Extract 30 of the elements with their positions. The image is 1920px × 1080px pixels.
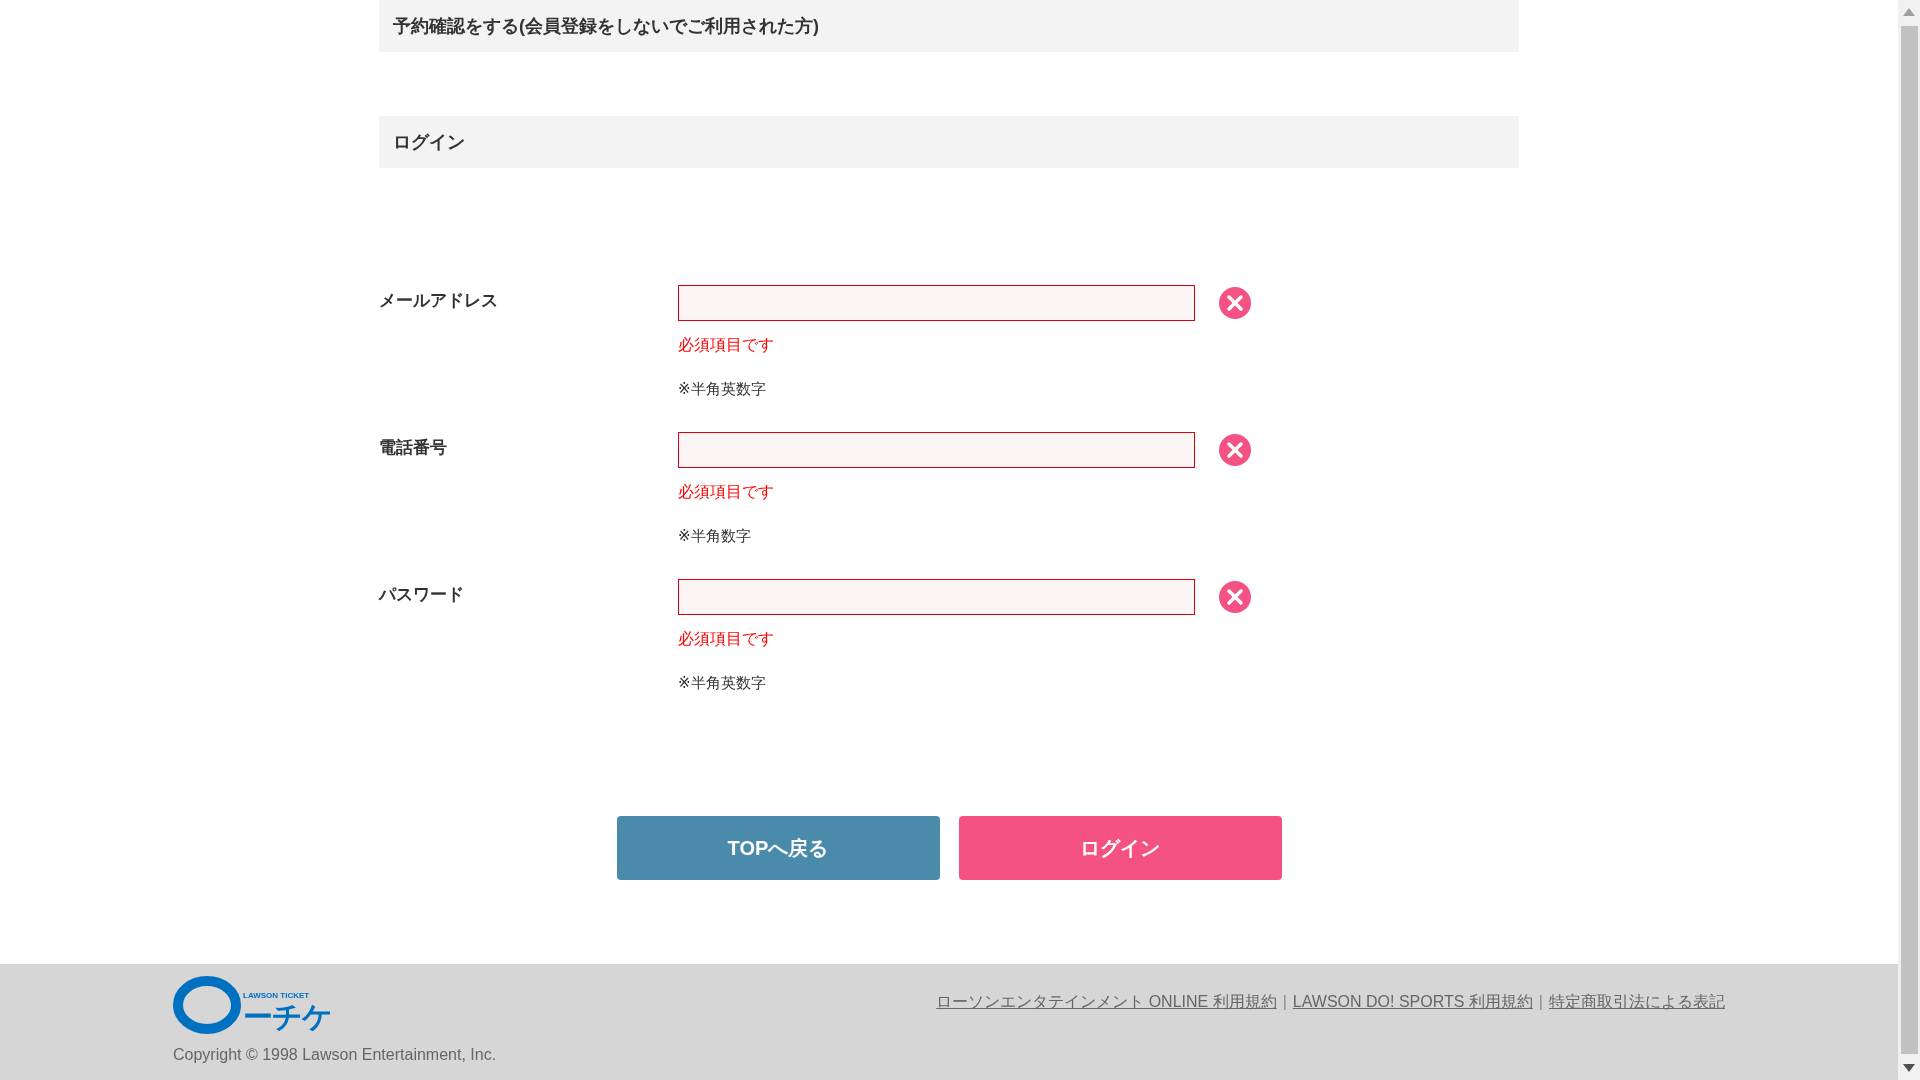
- field-hint: ※半角英数字: [678, 380, 766, 399]
- error-icon: [1219, 434, 1251, 466]
- field-label: メールアドレス: [379, 290, 499, 312]
- field-hint: ※半角数字: [678, 527, 751, 546]
- field-label: パスワード: [379, 584, 465, 606]
- error-icon: [1219, 581, 1251, 613]
- error-message: 必須項目です: [678, 335, 774, 355]
- ring-logo-icon: [173, 976, 241, 1034]
- error-message: 必須項目です: [678, 629, 774, 649]
- copyright-text: Copyright © 1998 Lawson Entertainment, Inc.: [173, 1046, 497, 1064]
- scroll-down-icon[interactable]: [1903, 1064, 1915, 1072]
- logo: LAWSON TICKET ーチケ: [173, 976, 497, 1034]
- back-button[interactable]: TOPへ戻る: [616, 816, 940, 880]
- input-field[interactable]: [678, 285, 1195, 321]
- field-hint: ※半角英数字: [678, 674, 766, 693]
- section-heading: ログイン: [379, 116, 1519, 168]
- login-button[interactable]: ログイン: [958, 816, 1282, 880]
- link-separator: |: [1282, 993, 1287, 1011]
- scrollbar[interactable]: [1898, 0, 1920, 1080]
- footer-link[interactable]: LAWSON DO! SPORTS 利用規約: [1292, 991, 1533, 1013]
- input-field[interactable]: [678, 432, 1195, 468]
- input-field[interactable]: [678, 579, 1195, 615]
- error-message: 必須項目です: [678, 482, 774, 502]
- field-label: 電話番号: [379, 437, 448, 459]
- error-icon: [1219, 287, 1251, 319]
- link-separator: |: [1538, 993, 1543, 1011]
- footer-link[interactable]: ローソンエンタテインメント ONLINE 利用規約: [936, 991, 1277, 1013]
- scrollbar-thumb[interactable]: [1900, 26, 1918, 1054]
- section-heading: 予約確認をする(会員登録をしないでご利用された方): [379, 0, 1519, 52]
- footer-link[interactable]: 特定商取引法による表記: [1549, 991, 1725, 1013]
